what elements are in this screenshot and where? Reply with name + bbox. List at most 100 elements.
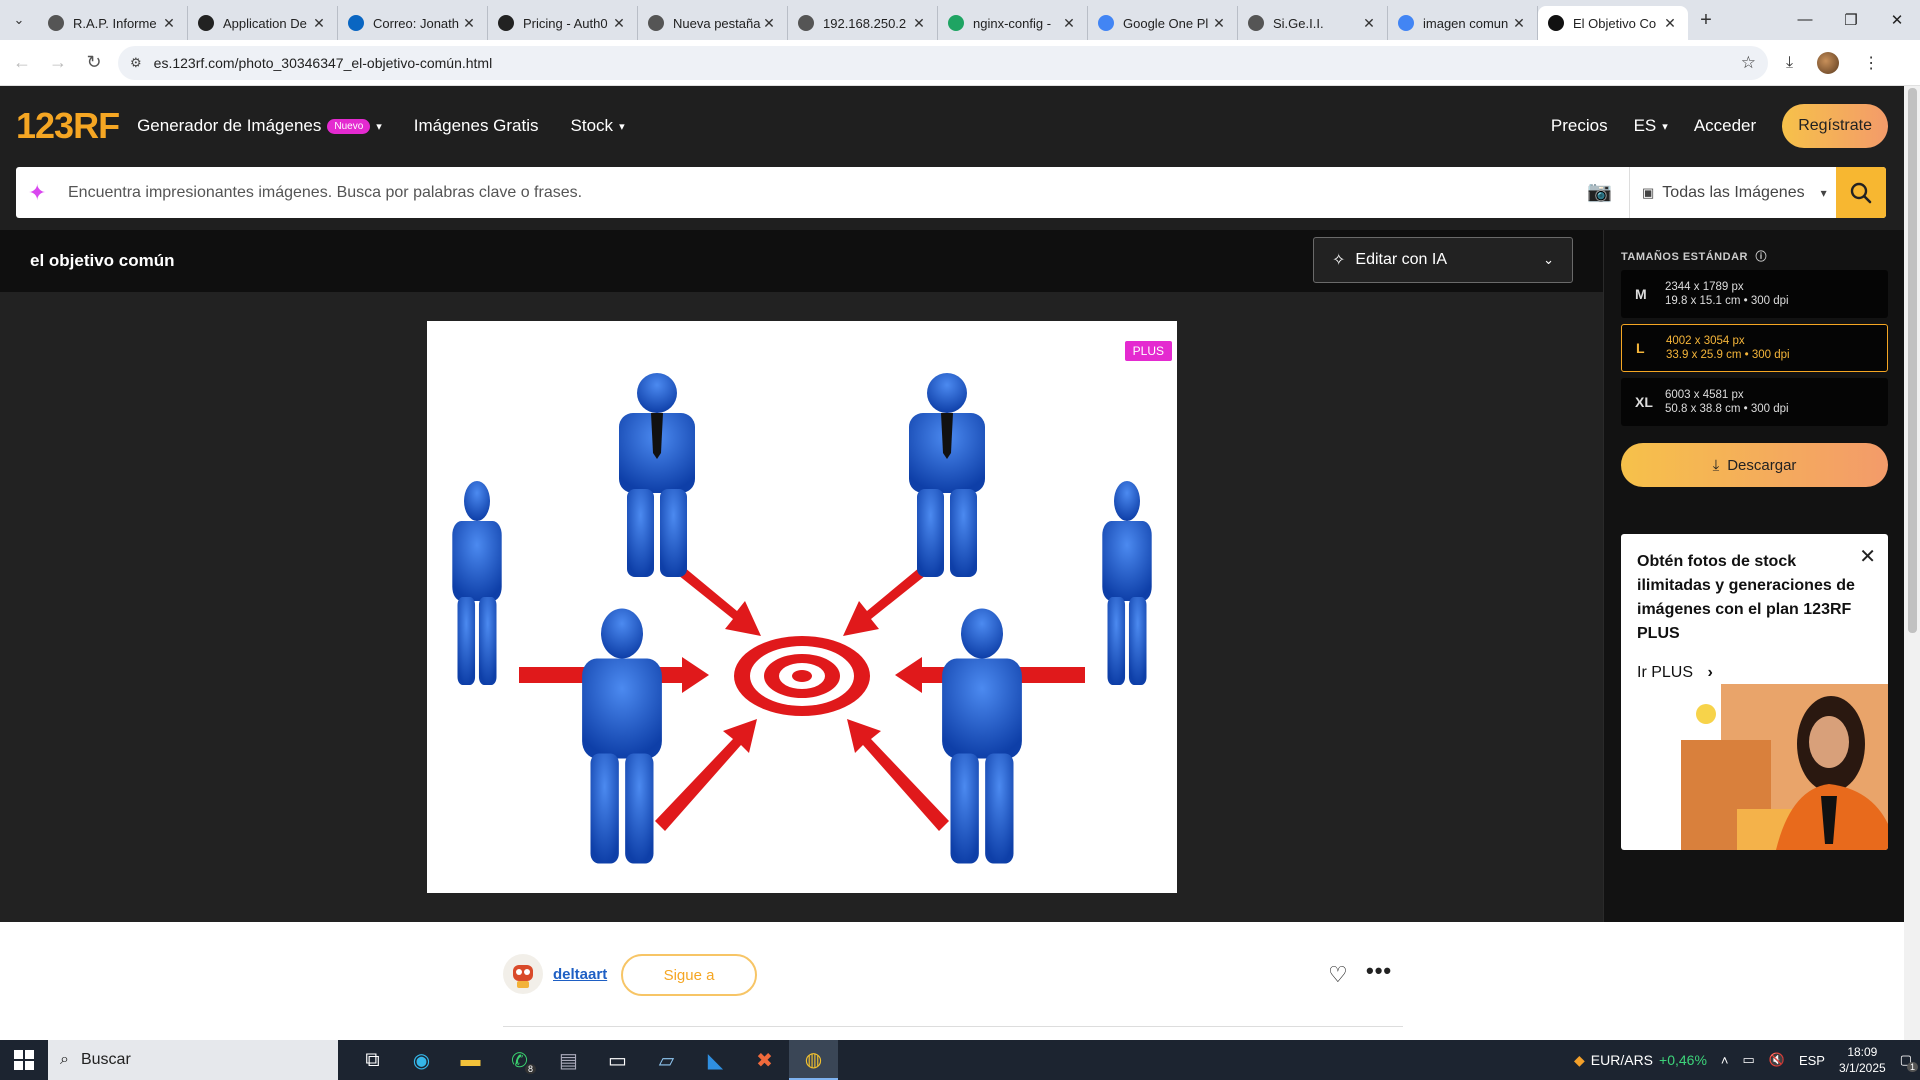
browser-tab[interactable]: Correo: Jonath ✕ [338, 6, 488, 40]
browser-tab[interactable]: El Objetivo Co ✕ [1538, 6, 1688, 40]
nav-stock[interactable]: Stock ▾ [571, 116, 625, 136]
browser-tab[interactable]: nginx-config - ✕ [938, 6, 1088, 40]
tab-label: 192.168.250.2 [823, 15, 907, 31]
terminal-icon[interactable]: ▭ [593, 1040, 642, 1080]
login-link[interactable]: Acceder [1694, 116, 1756, 136]
tab-search-chevron-icon[interactable]: ⌄ [0, 0, 38, 40]
image-type-select[interactable]: ▣ Todas las Imágenes ▾ [1630, 184, 1836, 202]
heart-icon[interactable]: ♡ [1328, 962, 1348, 988]
scroll-thumb[interactable] [1908, 88, 1917, 633]
close-tab-icon[interactable]: ✕ [611, 15, 627, 32]
chevron-down-icon: ⌄ [1543, 252, 1554, 267]
author-name-link[interactable]: deltaart [553, 966, 607, 983]
browser-tab[interactable]: Si.Ge.I.I. ✕ [1238, 6, 1388, 40]
size-code: XL [1635, 394, 1653, 410]
browser-tab[interactable]: R.A.P. Informe ✕ [38, 6, 188, 40]
windows-start-icon[interactable] [0, 1050, 48, 1070]
size-cm: 50.8 x 38.8 cm • 300 dpi [1665, 403, 1789, 415]
promo-plus-link[interactable]: Ir PLUS › [1637, 664, 1713, 682]
task-view-icon[interactable]: ⧉ [348, 1040, 397, 1080]
promo-text: Obtén fotos de stock ilimitadas y genera… [1637, 553, 1855, 642]
notes-icon[interactable]: ▱ [642, 1040, 691, 1080]
network-icon[interactable]: ▭ [1742, 1052, 1754, 1068]
nav-image-generator[interactable]: Generador de Imágenes Nuevo ▾ [137, 116, 382, 136]
browser-tab[interactable]: Pricing - Auth0 ✕ [488, 6, 638, 40]
close-tab-icon[interactable]: ✕ [461, 15, 477, 32]
site-header: 123RF Generador de Imágenes Nuevo ▾ Imág… [0, 86, 1904, 166]
vscode-icon[interactable]: ◣ [691, 1040, 740, 1080]
close-tab-icon[interactable]: ✕ [1061, 15, 1077, 32]
page-scrollbar[interactable] [1904, 86, 1920, 1040]
browser-tab[interactable]: Application De ✕ [188, 6, 338, 40]
close-icon[interactable]: ✕ [1859, 544, 1876, 569]
volume-muted-icon[interactable]: 🔇 [1769, 1052, 1785, 1068]
close-window-icon[interactable]: ✕ [1874, 11, 1920, 29]
edge-icon[interactable]: ◉ [397, 1040, 446, 1080]
language-selector[interactable]: ES ▾ [1634, 116, 1668, 136]
bookmark-star-icon[interactable]: ☆ [1741, 53, 1756, 73]
register-button[interactable]: Regístrate [1782, 104, 1888, 148]
info-icon[interactable]: ⓘ [1756, 251, 1768, 263]
more-options-icon[interactable]: ••• [1366, 958, 1392, 984]
browser-tab[interactable]: imagen comun ✕ [1388, 6, 1538, 40]
download-button[interactable]: ⤓ Descargar [1621, 443, 1888, 487]
app-icon[interactable]: ▤ [544, 1040, 593, 1080]
download-panel: TAMAÑOS ESTÁNDAR ⓘ M 2344 x 1789 px 19.8 … [1603, 230, 1904, 922]
file-explorer-icon[interactable]: ▬ [446, 1040, 495, 1080]
close-tab-icon[interactable]: ✕ [1511, 15, 1527, 32]
omnibox[interactable]: ⚙ es.123rf.com/photo_30346347_el-objetiv… [118, 45, 1768, 80]
search-input[interactable] [68, 183, 1570, 202]
author-avatar[interactable] [503, 954, 543, 994]
new-tab-button[interactable]: + [1688, 9, 1724, 32]
back-icon[interactable]: ← [4, 52, 40, 73]
taskbar-search[interactable]: ⌕ Buscar [48, 1040, 338, 1080]
chevron-up-icon[interactable]: ˄ [1721, 1053, 1729, 1068]
site-settings-icon[interactable]: ⚙ [130, 55, 142, 71]
tab-label: Nueva pestaña [673, 15, 761, 31]
size-option-l[interactable]: L 4002 x 3054 px 33.9 x 25.9 cm • 300 dpi [1621, 324, 1888, 372]
chrome-icon[interactable]: ◍ [789, 1040, 838, 1080]
globe-icon [648, 15, 664, 31]
size-code: M [1635, 286, 1647, 302]
profile-avatar[interactable] [1817, 51, 1840, 74]
site-logo[interactable]: 123RF [16, 105, 120, 147]
close-tab-icon[interactable]: ✕ [1662, 15, 1678, 32]
shield-icon [198, 15, 214, 31]
browser-tab[interactable]: 192.168.250.2 ✕ [788, 6, 938, 40]
notifications-icon[interactable]: ▢ 1 [1900, 1052, 1918, 1072]
ai-sparkle-icon: ✦ [28, 179, 47, 205]
system-clock[interactable]: 18:09 3/1/2025 [1839, 1044, 1886, 1076]
xampp-icon[interactable]: ✖ [740, 1040, 789, 1080]
size-option-xl[interactable]: XL 6003 x 4581 px 50.8 x 38.8 cm • 300 dp… [1621, 378, 1888, 426]
size-code: L [1636, 340, 1645, 356]
browser-tab[interactable]: Google One Pl ✕ [1088, 6, 1238, 40]
browser-tab[interactable]: Nueva pestaña ✕ [638, 6, 788, 40]
edit-with-ai-dropdown[interactable]: ✧ Editar con IA ⌄ [1313, 237, 1573, 283]
pricing-link[interactable]: Precios [1551, 116, 1608, 136]
input-language[interactable]: ESP [1799, 1053, 1825, 1068]
whatsapp-icon[interactable]: ✆ 8 [495, 1040, 544, 1080]
size-option-m[interactable]: M 2344 x 1789 px 19.8 x 15.1 cm • 300 dpi [1621, 270, 1888, 318]
close-tab-icon[interactable]: ✕ [911, 15, 927, 32]
search-button[interactable] [1836, 167, 1886, 218]
size-cm: 33.9 x 25.9 cm • 300 dpi [1666, 349, 1790, 361]
close-tab-icon[interactable]: ✕ [311, 15, 327, 32]
nav-free-images[interactable]: Imágenes Gratis [414, 116, 539, 136]
follow-button[interactable]: Sigue a [621, 954, 757, 996]
close-tab-icon[interactable]: ✕ [1211, 15, 1227, 32]
download-icon[interactable]: ⤓ [1786, 54, 1793, 72]
minimize-icon[interactable]: — [1782, 11, 1828, 29]
close-tab-icon[interactable]: ✕ [161, 15, 177, 32]
currency-widget[interactable]: ◆ EUR/ARS +0,46% [1574, 1052, 1707, 1069]
close-tab-icon[interactable]: ✕ [761, 15, 777, 32]
reload-icon[interactable]: ↻ [76, 52, 112, 73]
search-row: ✦ 📷 ▣ Todas las Imágenes ▾ [0, 166, 1904, 230]
globe-icon [798, 15, 814, 31]
camera-search-icon[interactable]: 📷 [1570, 167, 1630, 218]
search-icon: ⌕ [60, 1051, 69, 1068]
browser-menu-icon[interactable]: ⋮ [1863, 53, 1879, 73]
stock-photo[interactable]: PLUS [427, 321, 1177, 893]
forward-icon[interactable]: → [40, 52, 76, 73]
close-tab-icon[interactable]: ✕ [1361, 15, 1377, 32]
restore-icon[interactable]: ❐ [1828, 11, 1874, 29]
